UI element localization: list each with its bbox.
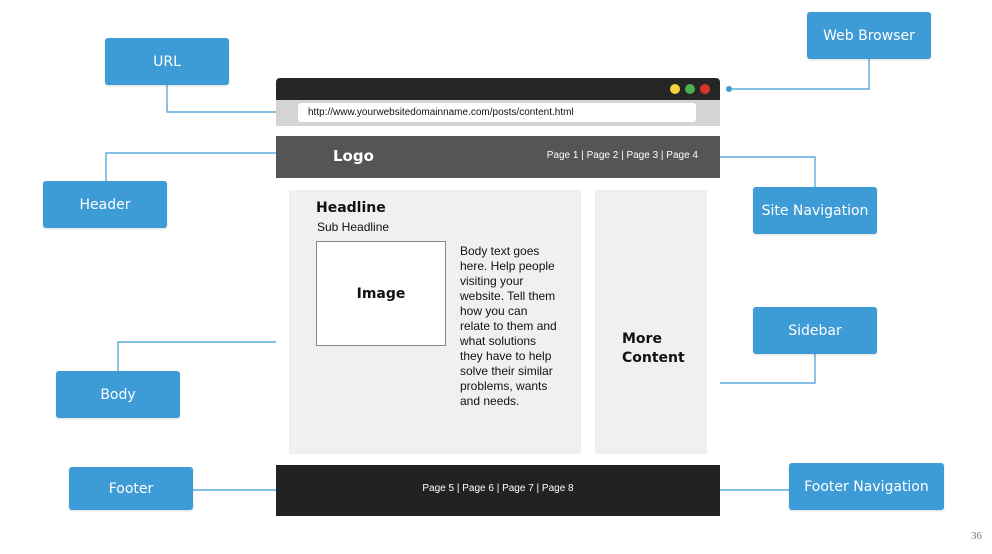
site-header: Logo Page 1 | Page 2 | Page 3 | Page 4: [276, 136, 720, 178]
url-connector: [166, 85, 290, 113]
close-dot-icon: [700, 84, 710, 94]
site-navigation-callout: Site Navigation: [753, 187, 877, 234]
headline: Headline: [316, 200, 386, 216]
footer-callout: Footer: [69, 467, 193, 510]
body-callout: Body: [56, 371, 180, 418]
web-browser-callout: Web Browser: [807, 12, 931, 59]
minimize-dot-icon: [670, 84, 680, 94]
site-footer: Page 5 | Page 6 | Page 7 | Page 8: [276, 465, 720, 516]
slide-page-number: 36: [971, 530, 982, 542]
sidebar-more-content: More Content: [622, 331, 685, 366]
url-callout: URL: [105, 38, 229, 85]
site-sidebar: More Content: [595, 190, 707, 454]
browser-wireframe: http://www.yourwebsitedomainname.com/pos…: [276, 78, 720, 516]
browser-title-bar: [276, 78, 720, 100]
header-callout: Header: [43, 181, 167, 228]
maximize-dot-icon: [685, 84, 695, 94]
url-bar: http://www.yourwebsitedomainname.com/pos…: [276, 100, 720, 126]
site-navigation-links: Page 1 | Page 2 | Page 3 | Page 4: [546, 150, 698, 161]
web-browser-connector: [729, 59, 870, 90]
sidebar-callout: Sidebar: [753, 307, 877, 354]
footer-navigation-links: Page 5 | Page 6 | Page 7 | Page 8: [422, 483, 574, 494]
sub-headline: Sub Headline: [317, 220, 390, 234]
image-label: Image: [356, 285, 406, 302]
footer-navigation-callout: Footer Navigation: [789, 463, 944, 510]
site-body: Headline Sub Headline Image Body text go…: [289, 190, 581, 454]
url-field[interactable]: http://www.yourwebsitedomainname.com/pos…: [298, 103, 696, 122]
site-logo: Logo: [333, 147, 374, 165]
site-navigation-connector: [706, 156, 816, 187]
web-browser-connector-dot: [726, 86, 732, 92]
image-placeholder: Image: [316, 241, 446, 346]
body-text: Body text goes here. Help people visitin…: [460, 244, 557, 408]
